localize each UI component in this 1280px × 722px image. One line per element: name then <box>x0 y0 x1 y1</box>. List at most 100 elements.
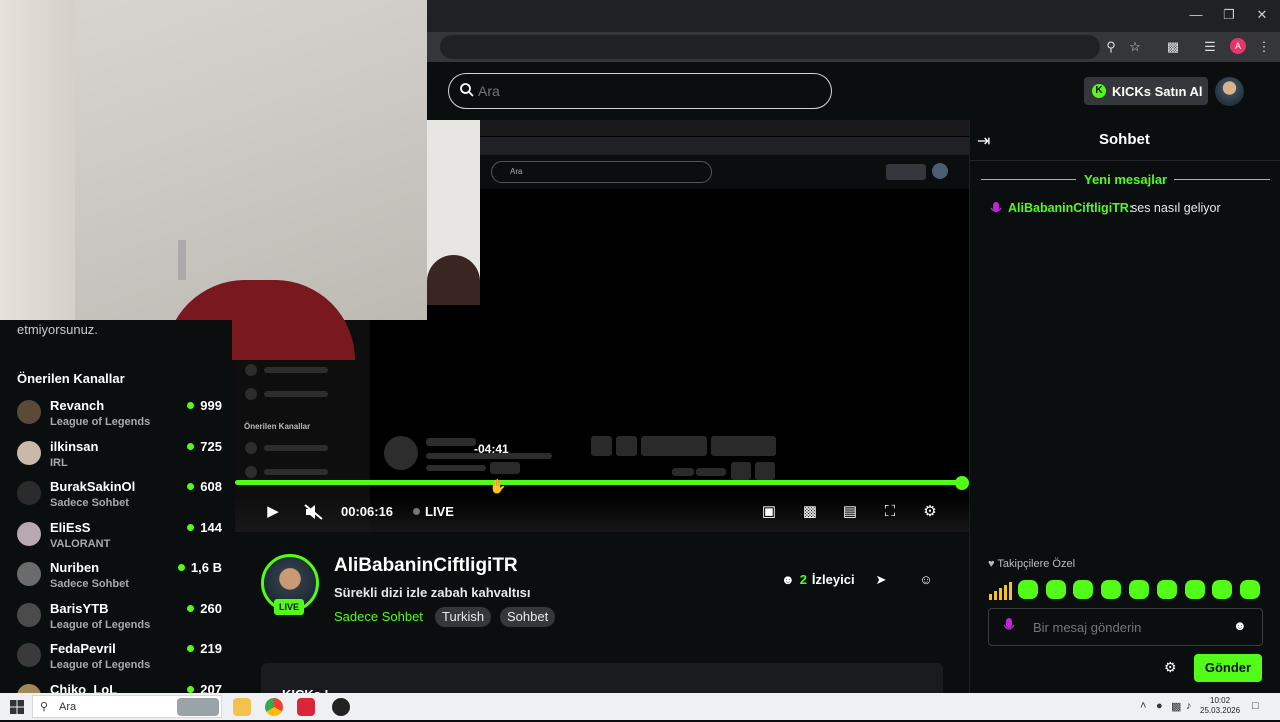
picture-in-picture-icon[interactable]: ▣ <box>758 503 780 521</box>
chat-settings-icon[interactable]: ⚙ <box>1164 659 1177 676</box>
channel-name[interactable]: AliBabaninCiftligiTR <box>334 555 518 577</box>
chat-message-input[interactable] <box>1033 618 1223 636</box>
sidebar-channel-item[interactable]: Nuriben Sadece Sohbet 1,6 B <box>17 560 222 600</box>
zoom-icon[interactable]: ⚲ <box>1101 38 1121 56</box>
extensions-icon[interactable]: ▩ <box>1163 38 1183 56</box>
share-icon[interactable]: ➤ <box>872 572 890 588</box>
nested-search-box: Ara <box>491 161 712 183</box>
live-indicator-dot <box>178 564 185 571</box>
windows-start-icon[interactable] <box>10 700 24 714</box>
clock-date: 25.03.2026 <box>1200 706 1241 715</box>
chat-message-text: ses nasıl geliyor <box>1131 201 1221 215</box>
address-bar[interactable] <box>440 35 1100 59</box>
browser-menu-icon[interactable]: ⋮ <box>1254 38 1274 56</box>
fullscreen-icon[interactable]: ⛶ <box>879 503 901 521</box>
file-explorer-icon[interactable] <box>233 698 251 716</box>
emote-bars-icon[interactable] <box>988 582 1012 600</box>
tag-pill[interactable]: Sohbet <box>500 607 556 627</box>
live-badge: LIVE <box>274 599 304 615</box>
nested-avatar-placeholder <box>245 388 257 400</box>
clock-time: 10:02 <box>1210 696 1231 705</box>
recorder-app-icon[interactable] <box>297 698 315 716</box>
nested-button <box>731 462 751 480</box>
settings-gear-icon[interactable]: ⚙ <box>919 503 941 521</box>
category-link[interactable]: Sadece Sohbet <box>334 609 423 624</box>
webcam-wall <box>0 0 75 320</box>
sidebar-channel-item[interactable]: Revanch League of Legends 999 <box>17 398 222 438</box>
nested-user-avatar <box>932 163 948 179</box>
kicks-icon: K <box>1092 84 1106 98</box>
search-icon <box>460 83 474 97</box>
recommended-channels-heading: Önerilen Kanallar <box>17 371 125 386</box>
send-button[interactable]: Gönder <box>1194 654 1262 682</box>
emote-icon[interactable] <box>1185 580 1205 599</box>
nested-button <box>616 436 637 456</box>
follow-user-icon[interactable]: ☺ <box>917 572 935 588</box>
channel-category: IRL <box>50 456 68 469</box>
clip-icon[interactable]: ▩ <box>799 503 821 521</box>
tag-pill[interactable]: Turkish <box>435 607 492 627</box>
emote-icon[interactable] <box>1018 580 1038 599</box>
taskbar-widget-icon[interactable] <box>177 698 219 716</box>
emote-icon[interactable] <box>1073 580 1093 599</box>
notifications-icon[interactable]: □ <box>1252 700 1259 712</box>
nested-channel-avatar <box>384 436 418 470</box>
theater-mode-icon[interactable]: ▤ <box>839 503 861 521</box>
viewers-icon: ☻ <box>781 572 795 587</box>
tray-network-icon[interactable]: ▩ <box>1171 700 1181 713</box>
sidebar-channel-item[interactable]: FedaPevril League of Legends 219 <box>17 641 222 681</box>
channel-viewer-count: 219 <box>200 641 222 656</box>
close-icon[interactable]: ✕ <box>1247 6 1277 24</box>
channel-avatar <box>17 481 41 505</box>
chat-title: Sohbet <box>1099 131 1150 148</box>
sidebar-channel-item[interactable]: BurakSakinOl Sadece Sohbet 608 <box>17 479 222 519</box>
channel-name: FedaPevril <box>50 641 116 656</box>
channel-name: BurakSakinOl <box>50 479 136 494</box>
emote-icon[interactable] <box>1129 580 1149 599</box>
user-avatar[interactable] <box>1215 77 1244 106</box>
nested-sidebar-heading: Önerilen Kanallar <box>244 422 311 431</box>
emote-icon[interactable] <box>1101 580 1121 599</box>
channel-name: BarisYTB <box>50 600 109 616</box>
seek-thumb[interactable] <box>955 476 969 490</box>
followers-only-text: Takipçilere Özel <box>997 558 1076 570</box>
emote-icon[interactable] <box>1046 580 1066 599</box>
chat-message-user[interactable]: AliBabaninCiftligiTR: <box>1008 201 1133 215</box>
media-icon[interactable]: ☰ <box>1200 38 1220 56</box>
nested-button <box>711 436 776 456</box>
obs-icon[interactable] <box>332 698 350 716</box>
minimize-icon[interactable]: — <box>1181 6 1211 24</box>
emoji-icon[interactable]: ☻ <box>1233 618 1247 633</box>
tray-chevron-icon[interactable]: ˄ <box>1140 700 1146 712</box>
heart-icon: ♥ <box>988 558 995 570</box>
sidebar-channel-item[interactable]: BarisYTB League of Legends 260 <box>17 601 222 641</box>
chrome-icon[interactable] <box>265 698 283 716</box>
play-icon[interactable]: ▶ <box>262 503 284 521</box>
sidebar-channel-item[interactable]: ilkinsan IRL 725 <box>17 439 222 479</box>
mute-icon[interactable] <box>303 503 325 521</box>
channel-avatar <box>17 440 41 465</box>
emote-icon[interactable] <box>1212 580 1232 599</box>
maximize-icon[interactable]: ❐ <box>1214 6 1244 24</box>
buy-kicks-button[interactable]: K KICKs Satın Al <box>1084 77 1208 105</box>
channel-category: League of Legends <box>50 618 151 631</box>
browser-profile-icon[interactable]: A <box>1230 38 1246 54</box>
seek-bar[interactable] <box>235 480 962 485</box>
search-input[interactable] <box>478 82 818 100</box>
emote-icon[interactable] <box>1240 580 1260 599</box>
live-label[interactable]: LIVE <box>425 504 454 519</box>
tray-mic-icon[interactable]: ● <box>1156 700 1163 712</box>
channel-name: Revanch <box>50 398 105 413</box>
webcam-outlet <box>178 240 186 280</box>
channel-avatar <box>17 562 41 586</box>
collapse-chat-icon[interactable]: ⇥ <box>977 131 997 150</box>
nested-kicks-button <box>886 164 926 180</box>
emote-icon[interactable] <box>1157 580 1177 599</box>
taskbar-search-icon: ⚲ <box>40 701 49 713</box>
bookmark-star-icon[interactable]: ☆ <box>1125 38 1145 56</box>
broadcaster-mic-icon <box>990 202 1002 213</box>
taskbar-clock[interactable]: 10:02 25.03.2026 <box>1200 696 1240 716</box>
viewer-count-value: 2 <box>799 572 807 587</box>
sidebar-channel-item[interactable]: EliEsS VALORANT 144 <box>17 520 222 560</box>
tray-volume-icon[interactable]: ♪ <box>1186 700 1192 712</box>
